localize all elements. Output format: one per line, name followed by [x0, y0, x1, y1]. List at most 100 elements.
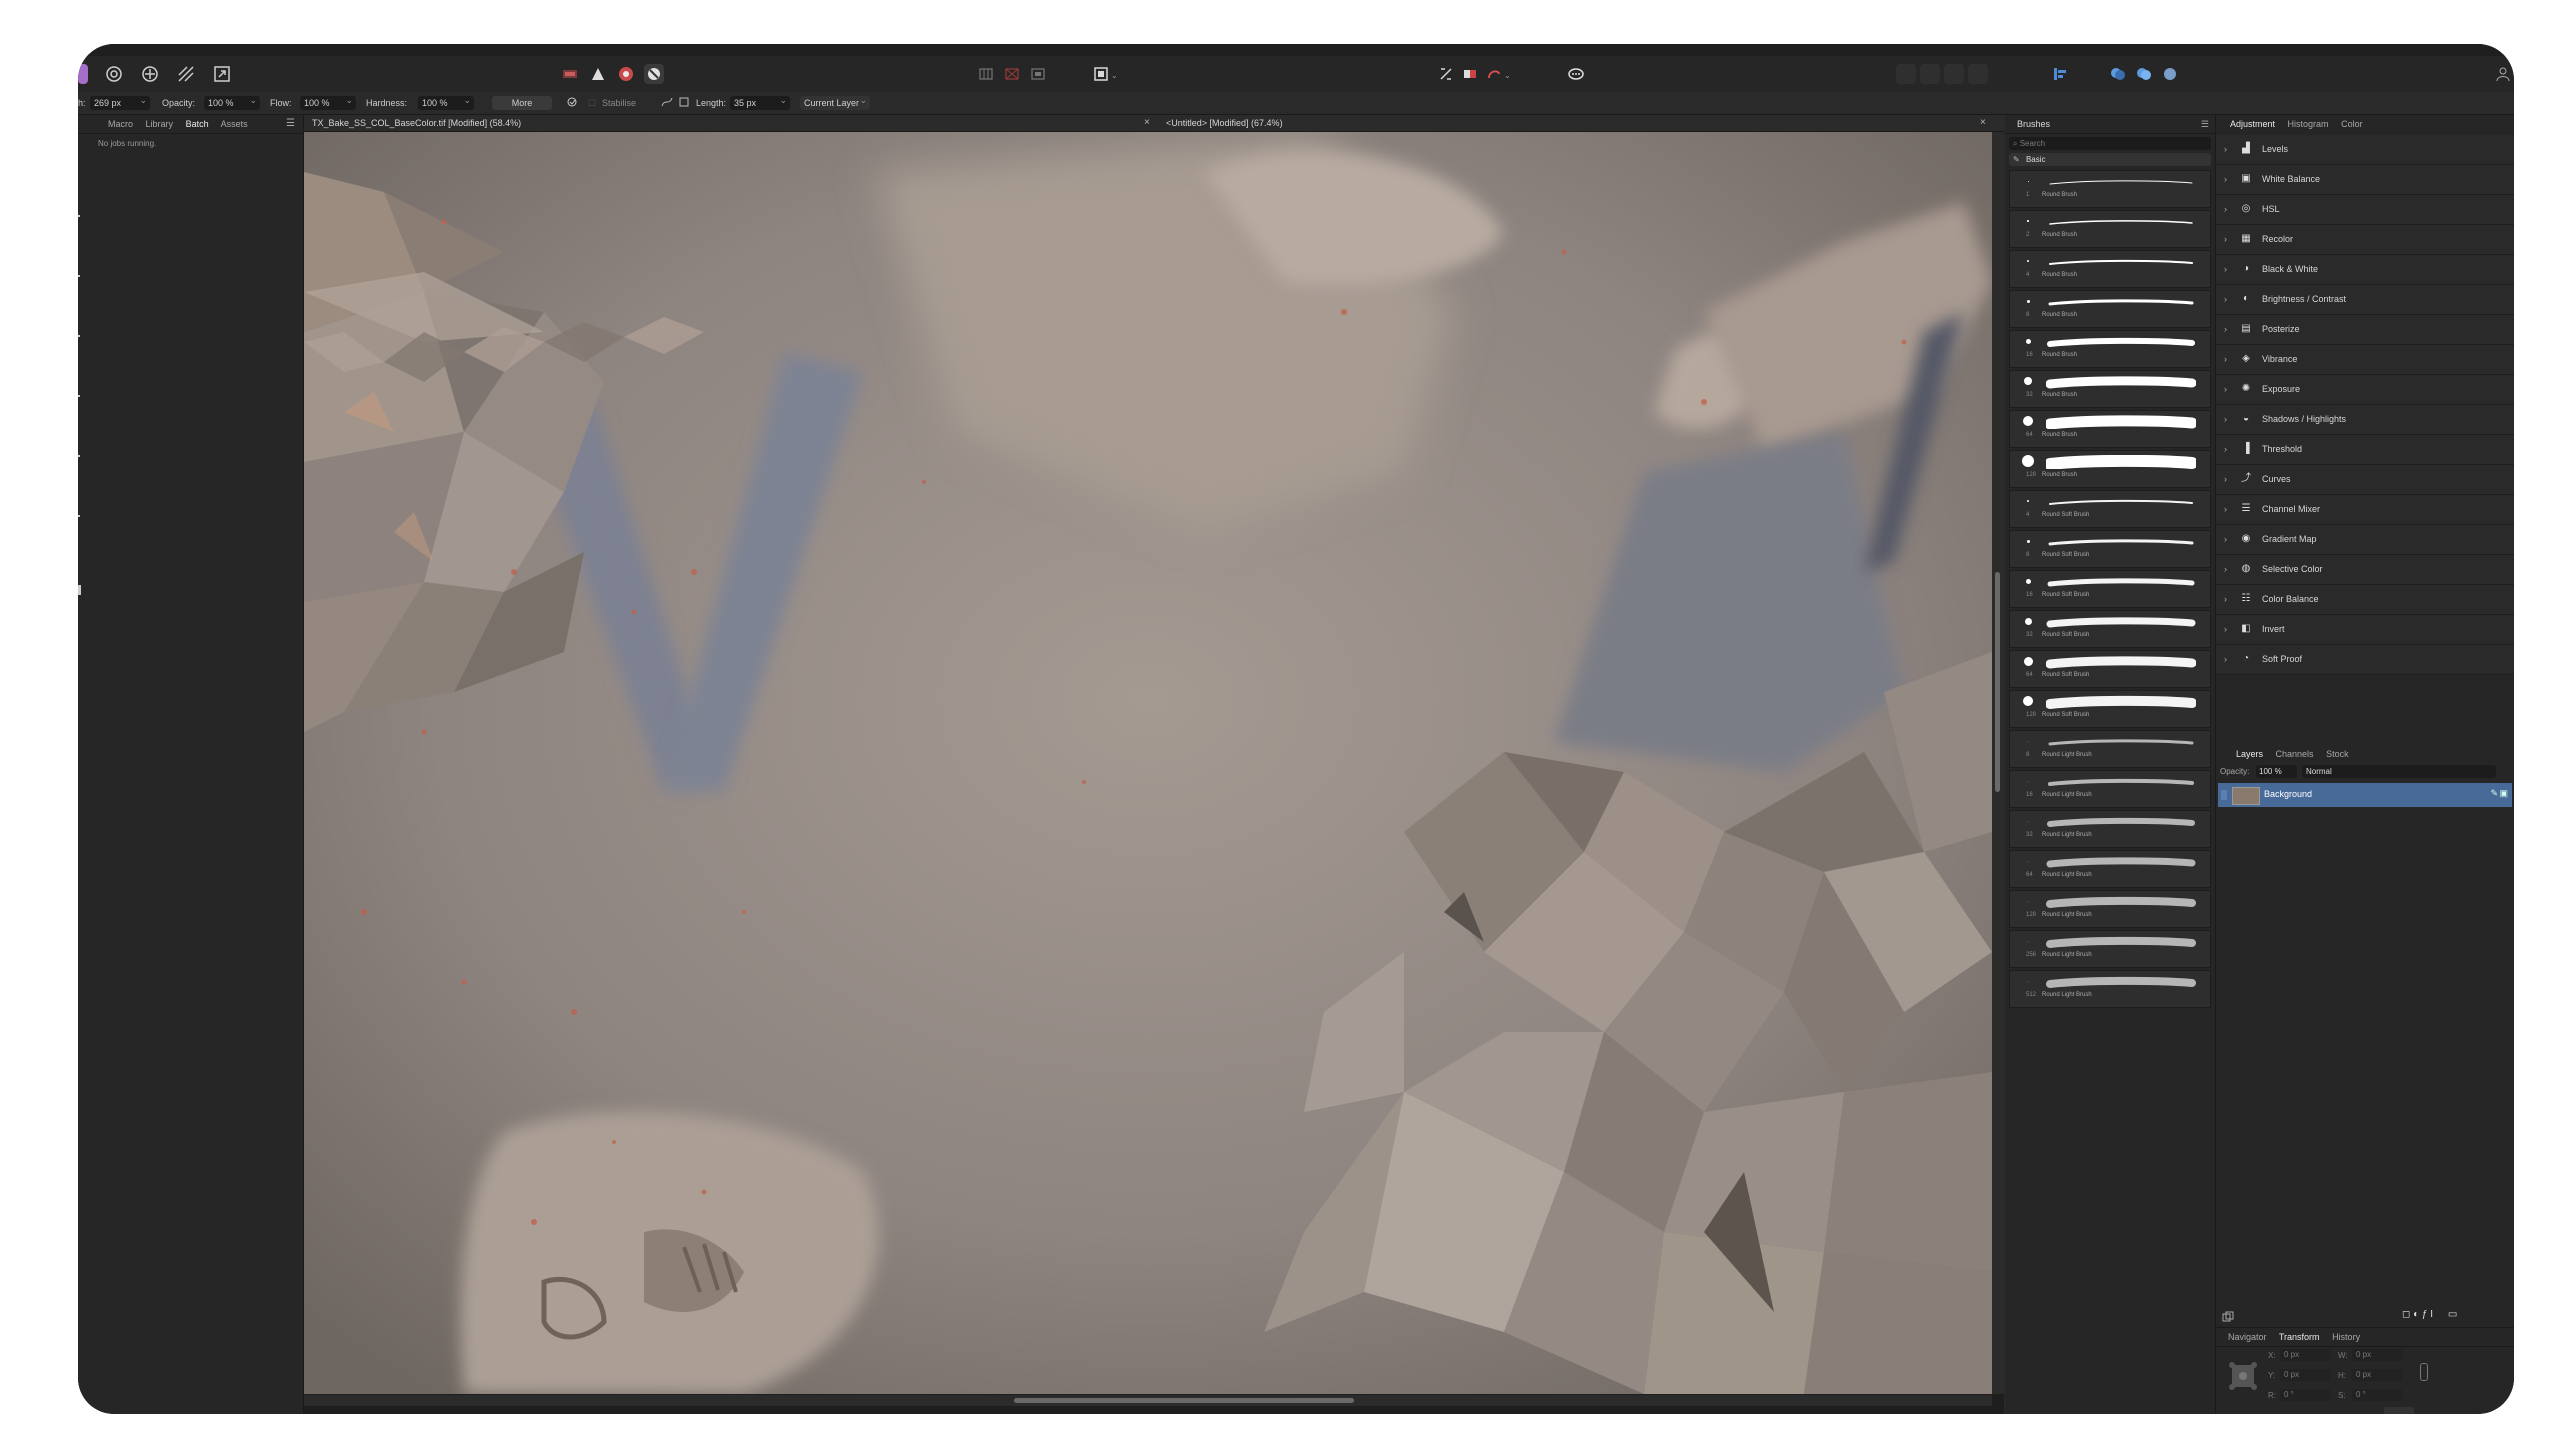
lock-aspect-icon[interactable] [2420, 1363, 2428, 1381]
layer-opacity-field[interactable]: 100 % [2256, 765, 2297, 778]
chevron-right-icon[interactable]: › [2224, 144, 2227, 154]
arrange-2-icon[interactable] [1920, 64, 1940, 84]
flag-icon[interactable] [1460, 64, 1480, 84]
adjustment-item[interactable]: › ◉ Gradient Map [2216, 525, 2514, 555]
brushes-menu-icon[interactable]: ☰ [2201, 115, 2209, 133]
tone-mapping-persona-icon[interactable] [176, 64, 196, 84]
tab-histogram[interactable]: Histogram [2288, 119, 2329, 129]
rope-mode-icon[interactable] [660, 96, 674, 110]
x-field[interactable]: 0 px [2280, 1349, 2330, 1361]
chevron-right-icon[interactable]: › [2224, 294, 2227, 304]
develop-persona-icon[interactable] [140, 64, 160, 84]
tab-history[interactable]: History [2332, 1332, 2360, 1342]
vertical-scroll-thumb[interactable] [1995, 572, 2000, 792]
brush-item[interactable]: 64 Round Soft Brush [2009, 650, 2211, 688]
adjustment-item[interactable]: › ◒ Shadows / Highlights [2216, 405, 2514, 435]
close-tab-1-icon[interactable]: × [1144, 115, 1150, 131]
chevron-right-icon[interactable]: › [2224, 474, 2227, 484]
vertical-scrollbar[interactable] [1992, 132, 2004, 1394]
tab-channels[interactable]: Channels [2276, 749, 2314, 759]
adjustment-item[interactable]: › ◑ Black & White [2216, 255, 2514, 285]
target-layer-select[interactable]: Current Layer [800, 93, 870, 110]
export-persona-icon[interactable] [212, 64, 232, 84]
tab-stock[interactable]: Stock [2326, 749, 2349, 759]
studio-link-2-icon[interactable] [2134, 64, 2154, 84]
adjustment-item[interactable]: › ◎ HSL [2216, 195, 2514, 225]
studio-link-1-icon[interactable] [2108, 64, 2128, 84]
adjustment-item[interactable]: › ◈ Vibrance [2216, 345, 2514, 375]
tab-batch[interactable]: Batch [186, 119, 209, 129]
tab-assets[interactable]: Assets [221, 119, 248, 129]
mask-layer-icon[interactable]: ◻ [2402, 1309, 2410, 1320]
tab-transform[interactable]: Transform [2279, 1332, 2320, 1342]
brush-item[interactable]: 4 Round Soft Brush [2009, 490, 2211, 528]
flow-field[interactable]: 100 % [300, 93, 356, 110]
brush-item[interactable]: 512 Round Light Brush [2009, 970, 2211, 1008]
brush-item[interactable]: 64 Round Light Brush [2009, 850, 2211, 888]
brush-item[interactable]: 4 Round Brush [2009, 250, 2211, 288]
tab-color[interactable]: Color [2341, 119, 2363, 129]
chevron-right-icon[interactable]: › [2224, 234, 2227, 244]
brush-item[interactable]: 32 Round Brush [2009, 370, 2211, 408]
selection-mode-2-icon[interactable] [1002, 64, 1022, 84]
brush-item[interactable]: 32 Round Soft Brush [2009, 610, 2211, 648]
tab-navigator[interactable]: Navigator [2228, 1332, 2267, 1342]
layer-panel-icon[interactable] [2222, 1311, 2234, 1323]
chevron-right-icon[interactable]: › [2224, 174, 2227, 184]
adjustment-item[interactable]: › ▤ Posterize [2216, 315, 2514, 345]
w-field[interactable]: 0 px [2352, 1349, 2402, 1361]
length-field[interactable]: 35 px [730, 93, 790, 110]
adjustment-item[interactable]: › ✺ Exposure [2216, 375, 2514, 405]
layer-edit-icon[interactable]: ✎ [2490, 788, 2498, 799]
brush-item[interactable]: 16 Round Light Brush [2009, 770, 2211, 808]
arrange-3-icon[interactable] [1944, 64, 1964, 84]
chevron-right-icon[interactable]: › [2224, 264, 2227, 274]
layer-visibility-icon[interactable] [2221, 790, 2227, 800]
document-tab-2[interactable]: <Untitled> [Modified] (67.4%) [1166, 115, 1283, 131]
horizontal-scroll-thumb[interactable] [1014, 1398, 1354, 1403]
brush-item[interactable]: 2 Round Brush [2009, 210, 2211, 248]
chevron-right-icon[interactable]: › [2224, 384, 2227, 394]
brush-item[interactable]: 128 Round Soft Brush [2009, 690, 2211, 728]
fx-icon[interactable]: ƒ [2422, 1309, 2428, 1320]
brush-search-input[interactable]: ⌕ Search [2009, 137, 2211, 150]
chevron-right-icon[interactable]: › [2224, 624, 2227, 634]
width-field[interactable]: 269 px [90, 93, 150, 110]
snapping-icon[interactable] [2050, 64, 2070, 84]
r-field[interactable]: 0 ° [2280, 1389, 2330, 1401]
auto-color-icon[interactable] [616, 64, 636, 84]
tab-adjustment[interactable]: Adjustment [2230, 119, 2275, 129]
arrange-4-icon[interactable] [1968, 64, 1988, 84]
adjustment-item[interactable]: › ◔ Soft Proof [2216, 645, 2514, 675]
brush-item[interactable]: 128 Round Brush [2009, 450, 2211, 488]
brush-item[interactable]: 256 Round Light Brush [2009, 930, 2211, 968]
tab-layers[interactable]: Layers [2236, 749, 2263, 759]
brush-item[interactable]: 16 Round Brush [2009, 330, 2211, 368]
close-tab-2-icon[interactable]: × [1980, 115, 1986, 131]
more-button[interactable]: More [492, 96, 552, 110]
chevron-right-icon[interactable]: › [2224, 594, 2227, 604]
document-tab-1[interactable]: TX_Bake_SS_COL_BaseColor.tif [Modified] … [312, 115, 521, 131]
adjustment-item[interactable]: › ⤴ Curves [2216, 465, 2514, 495]
chevron-right-icon[interactable]: › [2224, 654, 2227, 664]
opacity-field[interactable]: 100 % [204, 93, 260, 110]
group-layer-icon[interactable]: ▭ [2448, 1309, 2457, 1320]
studio-link-3-icon[interactable] [2160, 64, 2180, 84]
chevron-right-icon[interactable]: › [2224, 504, 2227, 514]
transform-options-button[interactable] [2384, 1407, 2414, 1414]
blend-mode-select[interactable]: Normal [2302, 765, 2496, 778]
tab-library[interactable]: Library [146, 119, 174, 129]
adjustment-item[interactable]: › ▐ Threshold [2216, 435, 2514, 465]
brush-item[interactable]: 8 Round Soft Brush [2009, 530, 2211, 568]
brush-item[interactable]: 1 Round Brush [2009, 170, 2211, 208]
brush-options-icon[interactable] [566, 96, 578, 110]
brush-item[interactable]: 128 Round Light Brush [2009, 890, 2211, 928]
adjustment-item[interactable]: › ◐ Brightness / Contrast [2216, 285, 2514, 315]
auto-white-balance-icon[interactable] [644, 64, 664, 84]
brush-item[interactable]: 16 Round Soft Brush [2009, 570, 2211, 608]
chevron-right-icon[interactable]: › [2224, 204, 2227, 214]
chevron-right-icon[interactable]: › [2224, 534, 2227, 544]
brush-item[interactable]: 32 Round Light Brush [2009, 810, 2211, 848]
y-field[interactable]: 0 px [2280, 1369, 2330, 1381]
layer-lock-icon[interactable]: ▣ [2499, 788, 2508, 799]
